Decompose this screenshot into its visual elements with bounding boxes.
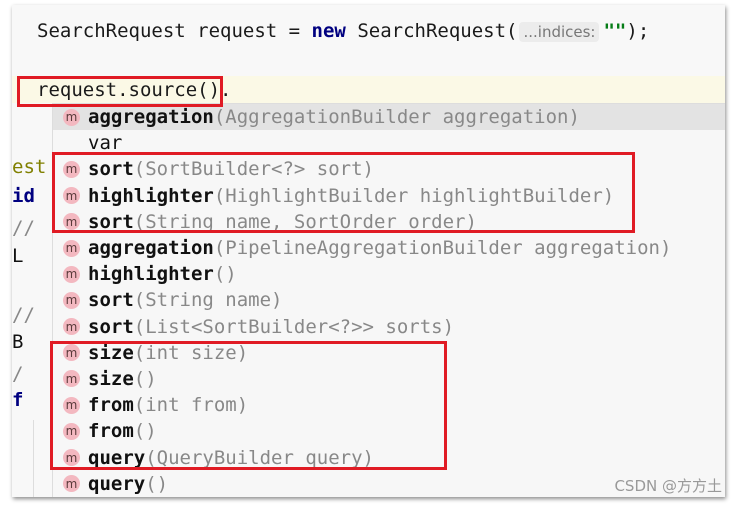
gutter-code-fragment: //: [12, 304, 35, 326]
method-icon: m: [63, 239, 80, 257]
highlight-box-source: [17, 76, 223, 107]
gutter-code-fragment: /: [12, 363, 24, 385]
code-line-search-request: SearchRequest request = new SearchReques…: [37, 20, 650, 42]
completion-name: highlighter: [88, 263, 214, 286]
completion-item[interactable]: m highlighter(): [53, 261, 725, 287]
completion-name: query: [88, 472, 146, 495]
completion-item[interactable]: m sort (List<SortBuilder<?>> sorts): [53, 314, 725, 340]
method-icon: m: [63, 291, 80, 309]
method-icon: m: [63, 108, 80, 126]
watermark: CSDN @方方土: [614, 477, 722, 495]
gutter-code-fragment: f: [12, 389, 24, 411]
completion-params: (AggregationBuilder aggregation): [213, 106, 580, 129]
gutter-code-fragment: est: [12, 156, 47, 178]
gutter-code-fragment: B: [12, 331, 24, 353]
completion-item[interactable]: m aggregation (PipelineAggregationBuilder …: [53, 235, 725, 261]
completion-params: (): [213, 263, 237, 286]
completion-name: aggregation: [88, 237, 214, 260]
parameter-hint: ...indices:: [519, 22, 600, 42]
gutter-code-fragment: L: [12, 245, 24, 267]
completion-name: aggregation: [88, 106, 214, 129]
completion-name: sort: [88, 315, 134, 338]
gutter-code-fragment: //: [12, 217, 35, 239]
method-icon: m: [63, 318, 80, 336]
method-icon: m: [63, 265, 80, 283]
completion-item[interactable]: m aggregation (AggregationBuilder aggregat…: [53, 104, 725, 131]
highlight-box-size-from-query: [50, 341, 447, 470]
method-icon: [63, 135, 80, 152]
completion-item[interactable]: m sort (String name): [53, 287, 725, 313]
method-icon: m: [63, 475, 80, 493]
completion-name: sort: [88, 289, 134, 312]
completion-params: (String name): [133, 289, 283, 312]
completion-name: var: [88, 132, 123, 155]
indent-guide: [33, 420, 34, 497]
completion-params: (PipelineAggregationBuilder aggregation): [213, 237, 672, 260]
gutter-code-fragment: id: [12, 185, 35, 207]
highlight-box-sort-highlighter: [52, 152, 635, 233]
completion-params: (): [145, 472, 169, 495]
completion-params: (List<SortBuilder<?>> sorts): [133, 315, 455, 338]
